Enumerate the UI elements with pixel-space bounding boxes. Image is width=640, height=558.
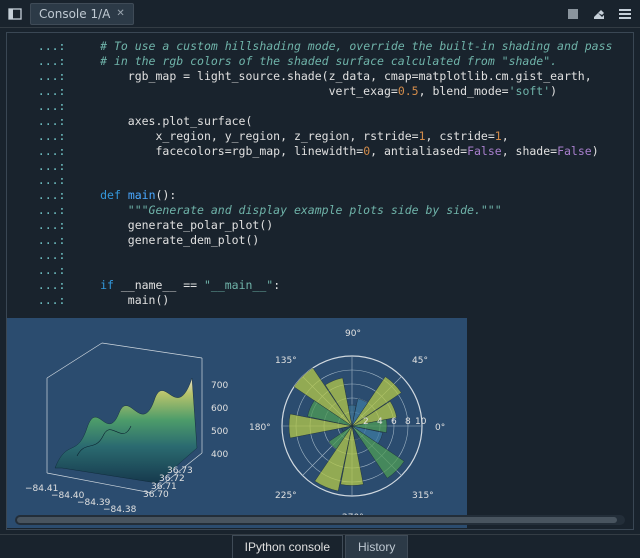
svg-text:135°: 135° — [275, 356, 297, 366]
console-output[interactable]: ...: # To use a custom hillshading mode,… — [6, 32, 634, 530]
scrollbar-thumb[interactable] — [17, 517, 617, 523]
inline-figure: 700 600 500 400 36.73 36.72 36.71 36.70 … — [7, 318, 467, 528]
svg-text:4: 4 — [377, 417, 383, 427]
svg-text:6: 6 — [391, 417, 397, 427]
svg-text:600: 600 — [211, 404, 228, 414]
horizontal-scrollbar[interactable] — [15, 515, 625, 525]
title-bar: Console 1/A ✕ — [0, 0, 640, 28]
svg-text:10: 10 — [415, 417, 427, 427]
tab-ipython-console[interactable]: IPython console — [232, 535, 343, 558]
console-tab[interactable]: Console 1/A ✕ — [30, 3, 134, 25]
svg-text:−84.38: −84.38 — [103, 505, 137, 515]
svg-text:36.70: 36.70 — [143, 490, 169, 500]
console-tab-label: Console 1/A — [39, 7, 110, 21]
svg-text:500: 500 — [211, 427, 228, 437]
svg-text:8: 8 — [405, 417, 411, 427]
svg-text:45°: 45° — [412, 356, 428, 366]
svg-text:180°: 180° — [249, 423, 271, 433]
svg-text:315°: 315° — [412, 491, 434, 501]
polar-bar-plot: 2 4 6 8 10 0° 45° 90° 135° 180° 225° 270… — [237, 318, 467, 528]
svg-text:700: 700 — [211, 381, 228, 391]
code-block: ...: # To use a custom hillshading mode,… — [7, 33, 633, 312]
panel-menu-icon[interactable] — [4, 3, 26, 25]
close-icon[interactable]: ✕ — [116, 8, 124, 19]
svg-text:225°: 225° — [275, 491, 297, 501]
dem-surface-plot: 700 600 500 400 36.73 36.72 36.71 36.70 … — [7, 318, 237, 528]
options-icon[interactable] — [614, 3, 636, 25]
svg-text:90°: 90° — [345, 329, 361, 339]
tab-history[interactable]: History — [345, 535, 408, 558]
clear-icon[interactable] — [588, 3, 610, 25]
svg-text:400: 400 — [211, 450, 228, 460]
bottom-tab-bar: IPython console History — [0, 534, 640, 558]
svg-text:2: 2 — [363, 417, 369, 427]
svg-text:0°: 0° — [435, 423, 445, 433]
stop-icon[interactable] — [562, 3, 584, 25]
